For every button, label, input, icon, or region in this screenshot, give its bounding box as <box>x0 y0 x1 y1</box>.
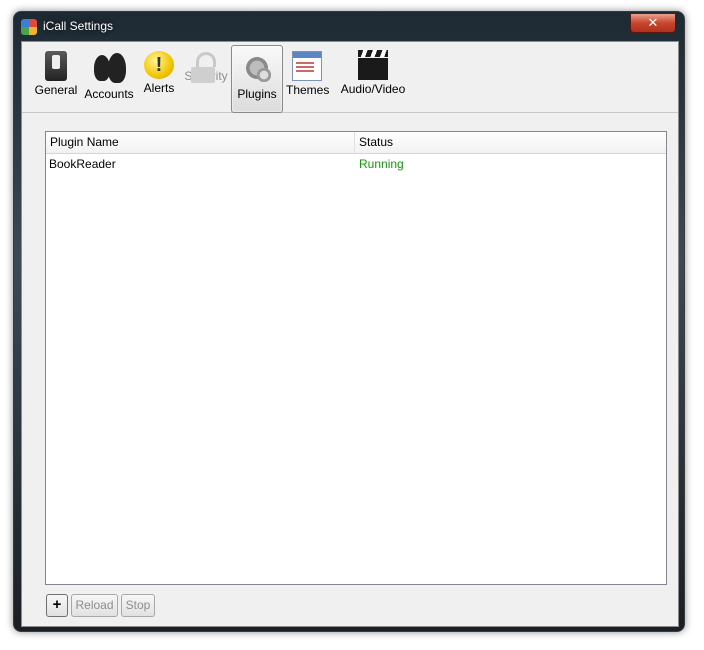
tab-general[interactable]: General <box>34 46 78 110</box>
tab-general-label: General <box>34 83 78 97</box>
column-header-status[interactable]: Status <box>355 132 659 153</box>
tab-alerts[interactable]: ! Alerts <box>141 46 177 110</box>
add-plugin-button[interactable]: + <box>46 594 68 617</box>
tab-alerts-label: Alerts <box>143 81 175 95</box>
close-button[interactable]: ✕ <box>630 13 676 33</box>
tab-accounts-label: Accounts <box>84 87 134 101</box>
tab-themes-label: Themes <box>286 83 330 97</box>
tab-plugins[interactable]: Plugins <box>231 45 283 113</box>
stop-button[interactable]: Stop <box>121 594 155 617</box>
exclamation-icon: ! <box>144 51 174 79</box>
window-title: iCall Settings <box>43 19 114 33</box>
tab-plugins-label: Plugins <box>237 87 277 101</box>
tab-security: Security <box>184 46 228 110</box>
plugins-table[interactable]: Plugin Name Status BookReader Running <box>45 131 667 585</box>
clapperboard-icon <box>358 50 388 80</box>
table-row[interactable]: BookReader Running <box>46 154 666 174</box>
table-header: Plugin Name Status <box>46 132 666 154</box>
tab-accounts[interactable]: Accounts <box>82 46 136 110</box>
client-area: General Accounts ! Alerts Security Plugi… <box>21 41 679 627</box>
title-bar[interactable]: iCall Settings ✕ <box>14 12 684 41</box>
gears-icon <box>240 51 274 85</box>
switch-icon <box>45 51 67 81</box>
plugin-name-cell: BookReader <box>49 157 116 171</box>
reload-button[interactable]: Reload <box>71 594 118 617</box>
settings-window: iCall Settings ✕ General Accounts ! Aler… <box>13 11 685 632</box>
window-theme-icon <box>292 51 322 81</box>
tab-audio-video-label: Audio/Video <box>340 82 406 96</box>
tab-audio-video[interactable]: Audio/Video <box>338 46 408 110</box>
people-icon <box>92 51 126 85</box>
column-header-plugin-name[interactable]: Plugin Name <box>46 132 355 153</box>
tab-themes[interactable]: Themes <box>286 46 330 110</box>
plugin-status-cell: Running <box>359 157 404 171</box>
icall-app-icon <box>21 19 37 35</box>
lock-icon <box>191 52 216 83</box>
settings-toolbar: General Accounts ! Alerts Security Plugi… <box>22 42 678 113</box>
